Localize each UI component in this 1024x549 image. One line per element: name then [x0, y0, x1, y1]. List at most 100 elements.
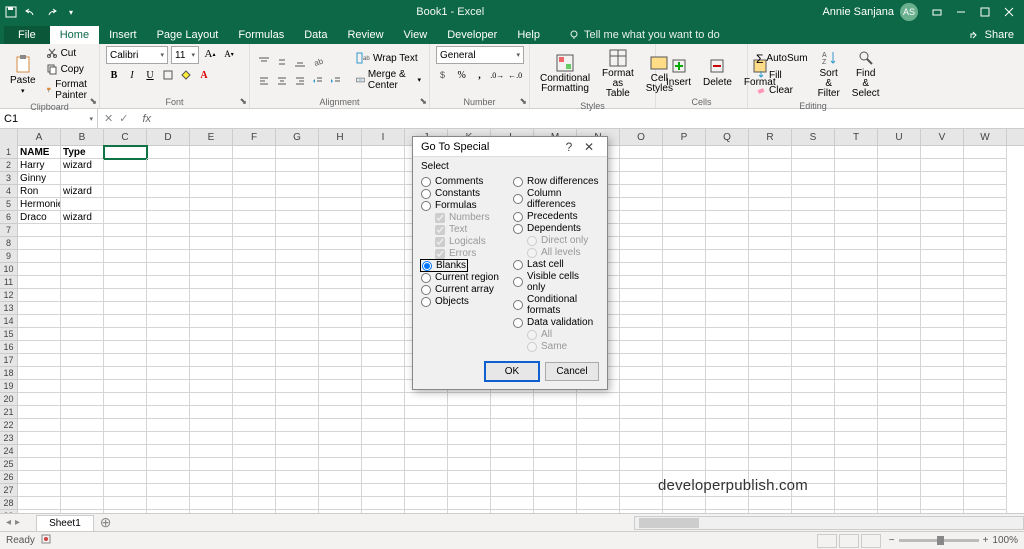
cell[interactable] — [491, 471, 534, 484]
cell[interactable] — [190, 445, 233, 458]
cell[interactable] — [706, 510, 749, 513]
cell[interactable] — [491, 484, 534, 497]
cell[interactable] — [792, 237, 835, 250]
tab-file[interactable]: File — [4, 26, 50, 44]
cell[interactable] — [964, 237, 1007, 250]
row-header[interactable]: 22 — [0, 419, 17, 432]
opt-conditional-formats[interactable]: Conditional formats — [513, 294, 599, 316]
cell[interactable] — [835, 419, 878, 432]
cell[interactable] — [964, 419, 1007, 432]
cell[interactable] — [405, 497, 448, 510]
cell[interactable] — [835, 497, 878, 510]
cell[interactable] — [964, 432, 1007, 445]
cell[interactable] — [835, 237, 878, 250]
cell[interactable] — [921, 224, 964, 237]
cell[interactable]: Ginny — [18, 172, 61, 185]
cell[interactable] — [319, 185, 362, 198]
cell[interactable] — [878, 406, 921, 419]
cell[interactable] — [620, 159, 663, 172]
cell[interactable] — [878, 458, 921, 471]
cell[interactable] — [921, 510, 964, 513]
cell[interactable] — [190, 510, 233, 513]
cell[interactable] — [362, 159, 405, 172]
horizontal-scrollbar[interactable] — [634, 516, 1024, 530]
cell[interactable] — [61, 289, 104, 302]
cell[interactable] — [921, 497, 964, 510]
cell[interactable] — [706, 159, 749, 172]
column-header[interactable]: A — [18, 129, 61, 146]
cell[interactable] — [276, 146, 319, 159]
orientation-icon[interactable]: ab — [310, 54, 326, 70]
cell[interactable] — [319, 198, 362, 211]
cell[interactable] — [835, 432, 878, 445]
cell[interactable] — [233, 159, 276, 172]
cell[interactable] — [663, 510, 706, 513]
cell[interactable] — [749, 497, 792, 510]
cell[interactable] — [921, 185, 964, 198]
cell[interactable] — [147, 276, 190, 289]
cell[interactable] — [620, 458, 663, 471]
cell[interactable] — [362, 458, 405, 471]
number-format-combo[interactable]: General▾ — [436, 46, 524, 64]
cell[interactable] — [319, 289, 362, 302]
cell[interactable] — [749, 276, 792, 289]
decrease-indent-icon[interactable] — [310, 73, 326, 89]
cell[interactable] — [663, 341, 706, 354]
cell[interactable] — [835, 471, 878, 484]
cell[interactable] — [921, 484, 964, 497]
cell[interactable] — [18, 263, 61, 276]
cell[interactable] — [878, 237, 921, 250]
cell[interactable] — [620, 406, 663, 419]
cell[interactable] — [448, 393, 491, 406]
row-header[interactable]: 1 — [0, 146, 17, 159]
column-header[interactable]: F — [233, 129, 276, 146]
cell[interactable] — [663, 328, 706, 341]
cell[interactable] — [620, 172, 663, 185]
cell[interactable] — [104, 497, 147, 510]
column-header[interactable]: D — [147, 129, 190, 146]
cell[interactable] — [964, 471, 1007, 484]
row-header[interactable]: 24 — [0, 445, 17, 458]
cell[interactable] — [362, 276, 405, 289]
cell[interactable] — [749, 393, 792, 406]
cell[interactable] — [663, 250, 706, 263]
cell[interactable] — [663, 419, 706, 432]
cell[interactable] — [147, 315, 190, 328]
cell[interactable] — [147, 146, 190, 159]
cell[interactable] — [620, 237, 663, 250]
cell[interactable] — [921, 380, 964, 393]
cell[interactable] — [233, 393, 276, 406]
cell[interactable] — [362, 328, 405, 341]
opt-visible-cells[interactable]: Visible cells only — [513, 271, 599, 293]
cell[interactable] — [620, 484, 663, 497]
cell[interactable] — [61, 393, 104, 406]
cell[interactable] — [749, 185, 792, 198]
cell[interactable] — [147, 341, 190, 354]
cell[interactable] — [792, 380, 835, 393]
cell[interactable] — [233, 146, 276, 159]
cell[interactable] — [792, 185, 835, 198]
cell[interactable] — [147, 484, 190, 497]
cell[interactable] — [491, 497, 534, 510]
cell[interactable] — [61, 263, 104, 276]
cell[interactable] — [792, 419, 835, 432]
cell[interactable] — [792, 302, 835, 315]
cell[interactable] — [104, 211, 147, 224]
cell[interactable] — [190, 406, 233, 419]
cell[interactable] — [104, 419, 147, 432]
cell[interactable] — [663, 302, 706, 315]
cell[interactable] — [448, 419, 491, 432]
format-as-table-button[interactable]: Format as Table — [598, 46, 638, 101]
cell[interactable] — [276, 406, 319, 419]
cell[interactable] — [792, 276, 835, 289]
cell[interactable] — [147, 380, 190, 393]
cell[interactable] — [921, 172, 964, 185]
cell[interactable] — [190, 198, 233, 211]
cell[interactable] — [749, 328, 792, 341]
align-top-icon[interactable] — [256, 54, 272, 70]
cell[interactable] — [362, 354, 405, 367]
cell[interactable] — [61, 432, 104, 445]
zoom-slider[interactable] — [899, 539, 979, 542]
cell[interactable] — [190, 185, 233, 198]
cell[interactable] — [61, 471, 104, 484]
